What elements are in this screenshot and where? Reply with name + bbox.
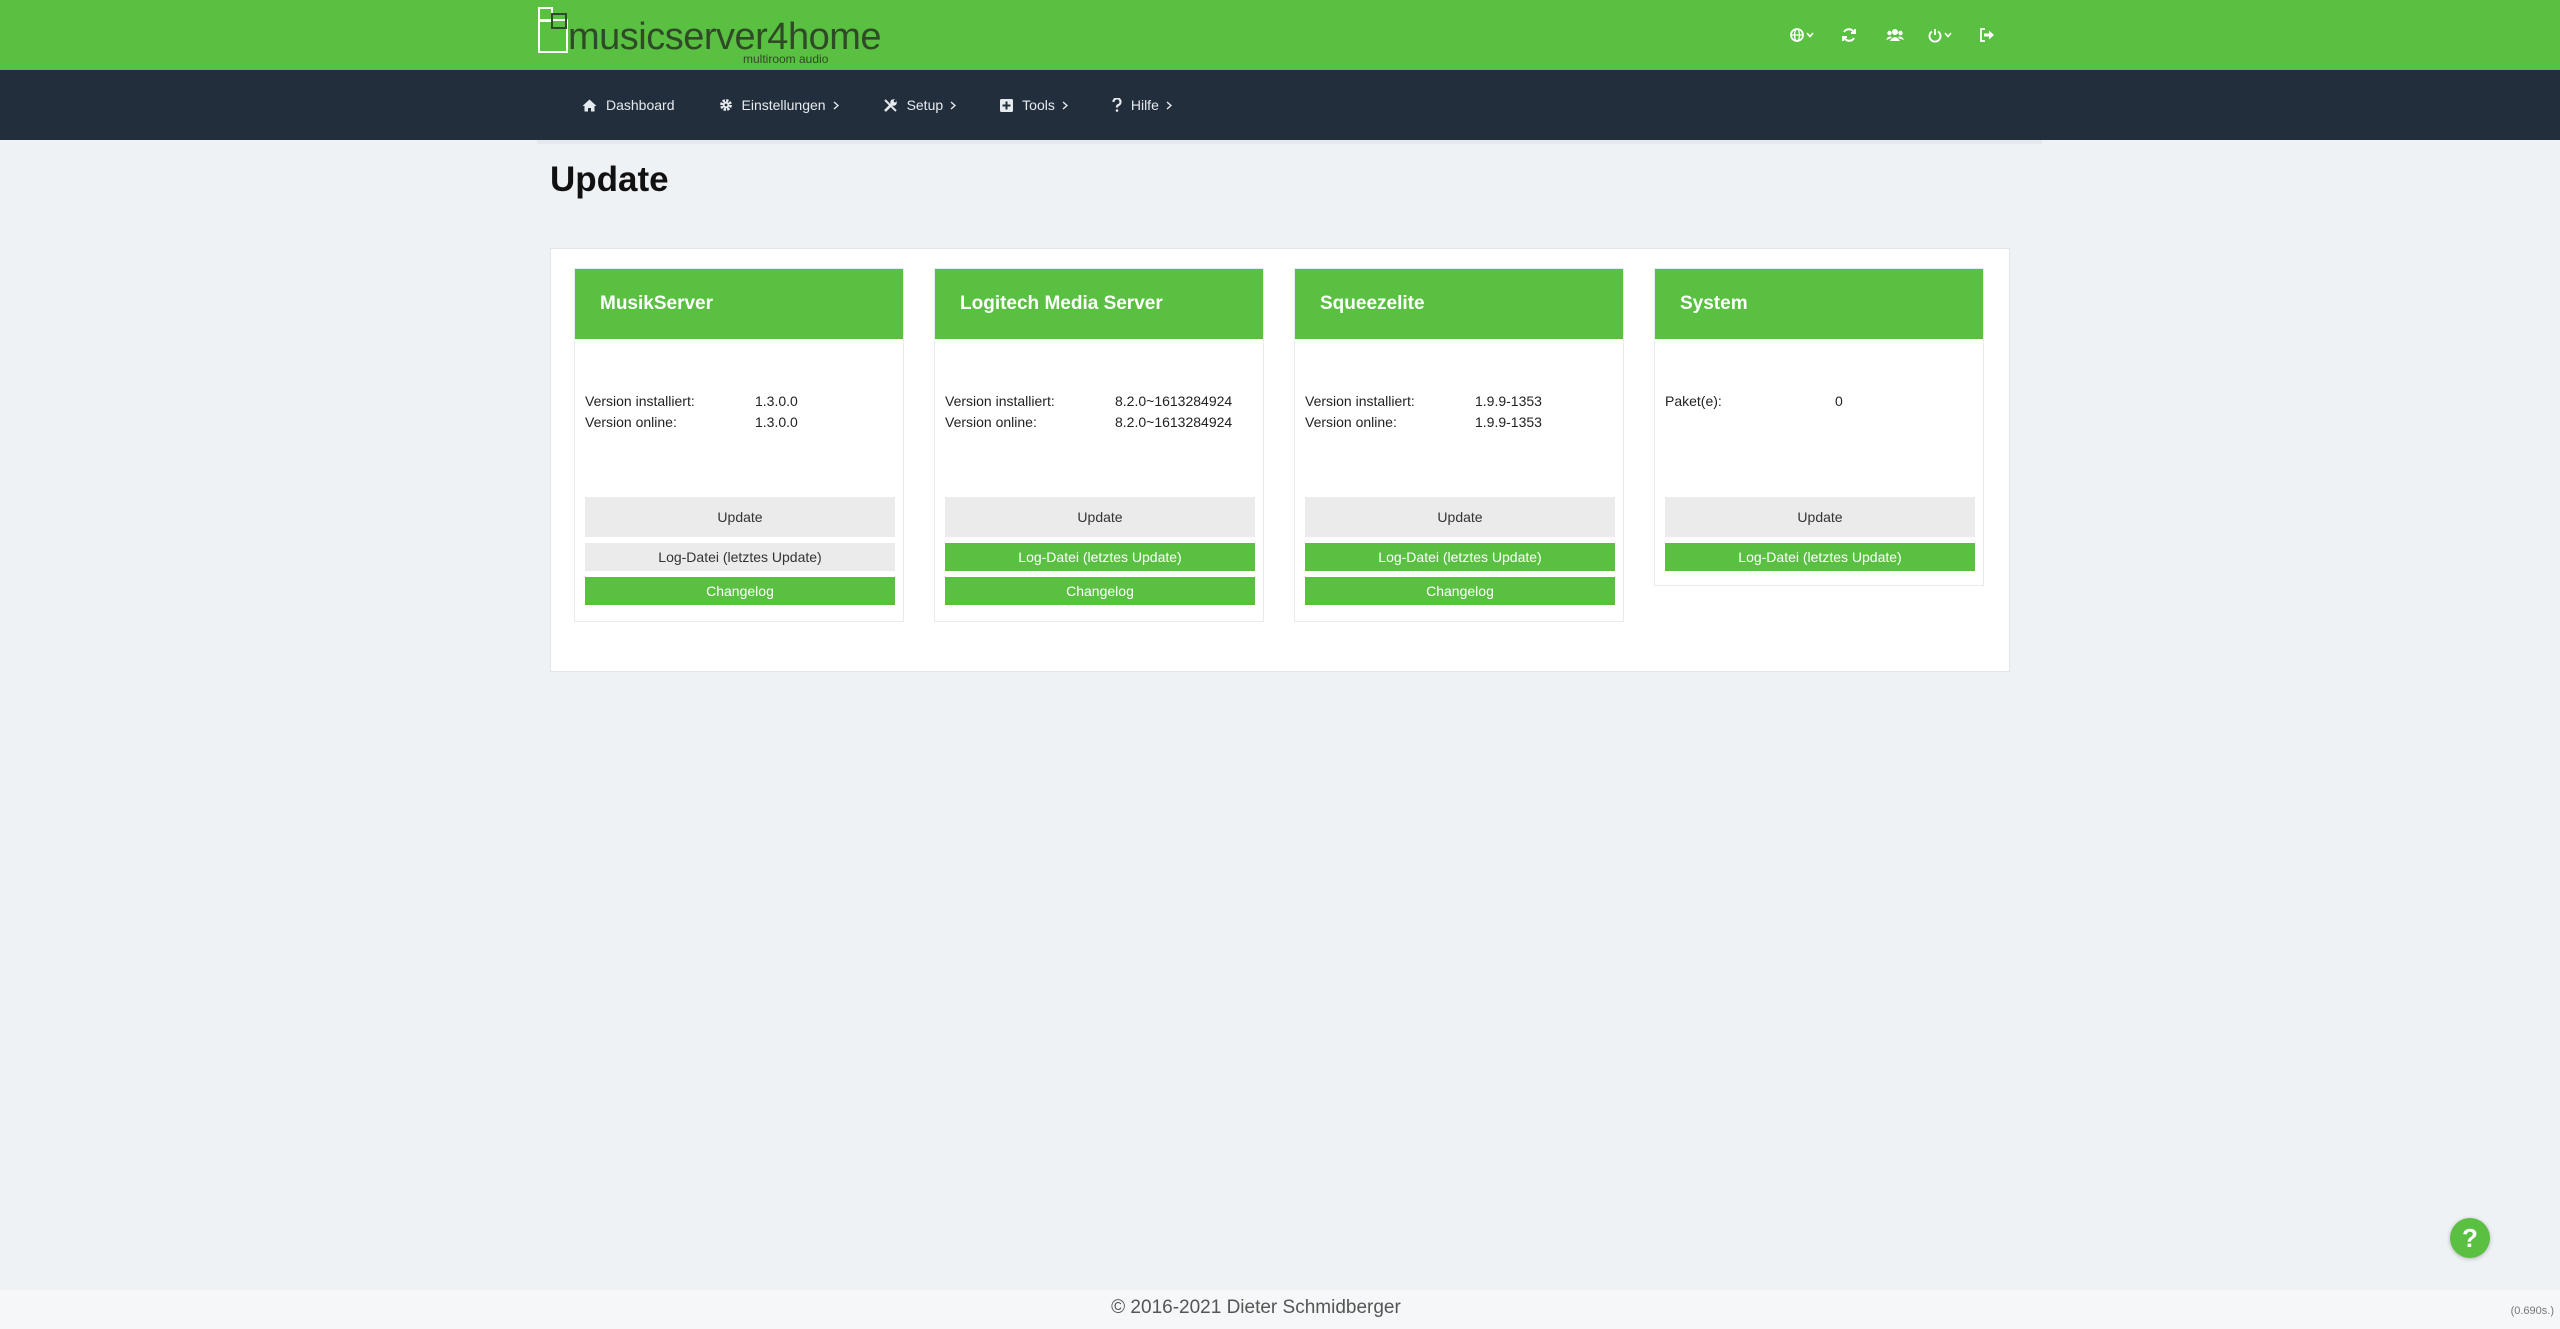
question-icon	[1112, 98, 1122, 112]
row-value: 8.2.0~1613284924	[1115, 393, 1233, 409]
logout-button[interactable]	[1964, 20, 2010, 50]
row-key: Paket(e):	[1665, 393, 1722, 409]
card-title: Squeezelite	[1295, 269, 1623, 339]
nav-item-label: Hilfe	[1130, 97, 1159, 113]
wrench-icon	[883, 98, 898, 113]
row-key: Version installiert:	[1305, 393, 1415, 409]
version-online-row: Version online: 1.3.0.0	[585, 414, 895, 435]
chevron-right-icon	[1166, 100, 1172, 110]
row-key: Version installiert:	[945, 393, 1055, 409]
update-card-squeezelite: Squeezelite Version installiert: 1.9.9-1…	[1294, 268, 1624, 622]
nav-item-label: Tools	[1022, 97, 1055, 113]
card-title: MusikServer	[575, 269, 903, 339]
nav-item-setup[interactable]: Setup	[883, 70, 957, 140]
copyright-text: © 2016-2021 Dieter Schmidberger	[1111, 1297, 1401, 1318]
version-installed-row: Version installiert: 1.9.9-1353	[1305, 393, 1615, 414]
nav-item-label: Einstellungen	[741, 97, 826, 113]
changelog-button[interactable]: Changelog	[585, 577, 895, 605]
row-value: 1.9.9-1353	[1475, 414, 1542, 430]
refresh-icon	[1842, 28, 1856, 42]
top-header: musicserver4home multiroom audio	[0, 0, 2560, 70]
nav-divider	[537, 140, 2042, 144]
users-button[interactable]	[1872, 20, 1918, 50]
chevron-right-icon	[1062, 100, 1068, 110]
update-button[interactable]: Update	[945, 497, 1255, 537]
logo-text: musicserver4home	[568, 16, 882, 58]
main-nav: Dashboard Einstellungen Setup Tools Hilf…	[0, 70, 2560, 140]
render-time: (0.690s.)	[2510, 1305, 2554, 1317]
refresh-button[interactable]	[1826, 20, 1872, 50]
update-button[interactable]: Update	[1305, 497, 1615, 537]
log-file-button[interactable]: Log-Datei (letztes Update)	[1665, 543, 1975, 571]
row-value: 1.3.0.0	[755, 393, 798, 409]
logo[interactable]: musicserver4home multiroom audio	[538, 4, 882, 66]
version-installed-row: Version installiert: 8.2.0~1613284924	[945, 393, 1255, 414]
chevron-right-icon	[950, 100, 957, 110]
logo-subtitle: multiroom audio	[743, 52, 829, 66]
log-file-button[interactable]: Log-Datei (letztes Update)	[585, 543, 895, 571]
nav-item-tools[interactable]: Tools	[1000, 70, 1068, 140]
version-online-row: Version online: 1.9.9-1353	[1305, 414, 1615, 435]
nav-item-label: Setup	[906, 97, 944, 113]
update-card-logitech-media-server: Logitech Media Server Version installier…	[934, 268, 1264, 622]
gear-icon	[719, 98, 733, 112]
page-title: Update	[550, 160, 669, 199]
logout-icon	[1980, 28, 1994, 42]
home-icon	[582, 99, 597, 112]
card-title: Logitech Media Server	[935, 269, 1263, 339]
users-icon	[1886, 29, 1904, 41]
row-value: 1.3.0.0	[755, 414, 798, 430]
row-key: Version installiert:	[585, 393, 695, 409]
version-online-row: Version online: 8.2.0~1613284924	[945, 414, 1255, 435]
update-card-musikserver: MusikServer Version installiert: 1.3.0.0…	[574, 268, 904, 622]
plus-square-icon	[1000, 98, 1014, 112]
help-button[interactable]: ?	[2450, 1218, 2490, 1258]
changelog-button[interactable]: Changelog	[1305, 577, 1615, 605]
chevron-right-icon	[833, 100, 839, 110]
row-key: Version online:	[945, 414, 1037, 430]
log-file-button[interactable]: Log-Datei (letztes Update)	[1305, 543, 1615, 571]
row-value: 1.9.9-1353	[1475, 393, 1542, 409]
update-button[interactable]: Update	[585, 497, 895, 537]
update-card-system: System Paket(e): 0 Update Log-Datei (let…	[1654, 268, 1984, 586]
nav-item-hilfe[interactable]: Hilfe	[1112, 70, 1172, 140]
nav-item-label: Dashboard	[606, 97, 675, 113]
nav-item-einstellungen[interactable]: Einstellungen	[719, 70, 839, 140]
row-value: 8.2.0~1613284924	[1115, 414, 1233, 430]
log-file-button[interactable]: Log-Datei (letztes Update)	[945, 543, 1255, 571]
power-icon	[1928, 28, 1952, 42]
card-title: System	[1655, 269, 1983, 339]
version-installed-row: Version installiert: 1.3.0.0	[585, 393, 895, 414]
language-menu-button[interactable]	[1780, 20, 1826, 50]
update-button[interactable]: Update	[1665, 497, 1975, 537]
row-key: Version online:	[585, 414, 677, 430]
packages-row: Paket(e): 0	[1665, 393, 1975, 414]
changelog-button[interactable]: Changelog	[945, 577, 1255, 605]
row-key: Version online:	[1305, 414, 1397, 430]
globe-icon	[1790, 28, 1814, 42]
row-value: 0	[1835, 393, 1843, 409]
power-menu-button[interactable]	[1918, 20, 1964, 50]
nav-item-dashboard[interactable]: Dashboard	[582, 70, 675, 140]
